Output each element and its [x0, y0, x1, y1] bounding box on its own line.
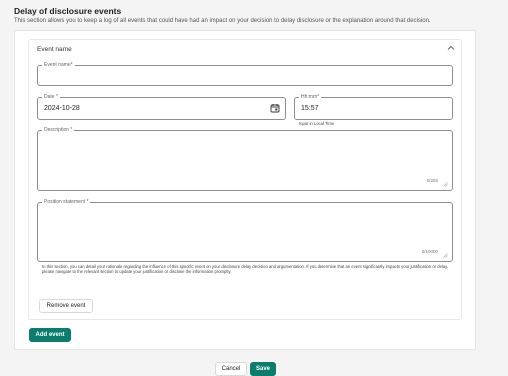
date-value: 2024-10-28	[44, 105, 80, 112]
event-name-field[interactable]: Event name*	[37, 62, 453, 86]
add-event-button[interactable]: Add event	[29, 328, 71, 342]
description-label: Description *	[42, 127, 75, 134]
time-helper-text: Input in Local Time	[299, 121, 335, 126]
position-statement-helper-text: In this section, you can detail your rat…	[42, 264, 449, 274]
date-field[interactable]: Date * 2024-10-28	[37, 94, 286, 120]
description-field[interactable]: Description * 0/255	[37, 127, 453, 191]
cancel-button[interactable]: Cancel	[215, 362, 247, 376]
time-value: 15:57	[301, 105, 319, 112]
calendar-icon[interactable]	[270, 103, 280, 113]
resize-handle-icon[interactable]	[443, 182, 448, 187]
position-statement-field[interactable]: Position statement * 0/10000	[37, 199, 453, 262]
event-name-label: Event name*	[42, 62, 75, 69]
time-label: Hh:mm*	[299, 94, 322, 101]
page-title: Delay of disclosure events	[14, 6, 122, 16]
chevron-up-icon[interactable]	[446, 43, 456, 53]
description-counter: 0/255	[426, 178, 438, 183]
save-button[interactable]: Save	[250, 362, 276, 376]
resize-handle-icon[interactable]	[443, 253, 448, 258]
position-statement-label: Position statement *	[42, 199, 91, 206]
position-statement-counter: 0/10000	[421, 249, 438, 254]
remove-event-button[interactable]: Remove event	[39, 299, 93, 313]
time-field[interactable]: Hh:mm* 15:57	[294, 94, 453, 120]
date-label: Date *	[42, 94, 60, 101]
event-header[interactable]: Event name	[37, 46, 72, 53]
page-subtitle: This section allows you to keep a log of…	[14, 18, 431, 24]
